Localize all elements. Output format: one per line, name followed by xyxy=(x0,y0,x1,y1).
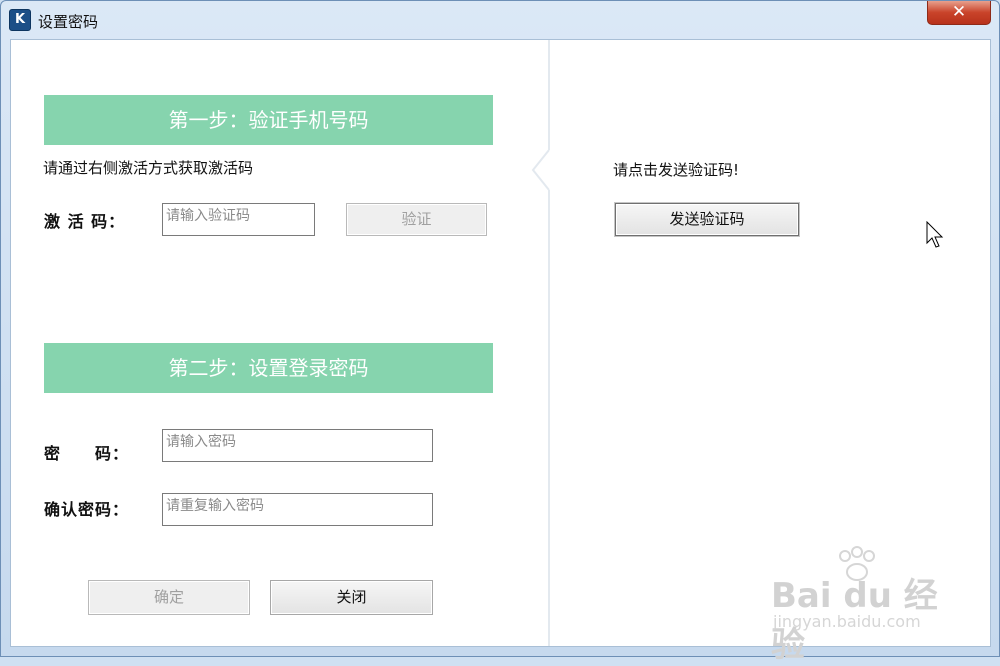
code-input[interactable]: 请输入验证码 xyxy=(162,203,315,236)
confirm-password-input[interactable]: 请重复输入密码 xyxy=(162,493,433,526)
step1-hint: 请通过右侧激活方式获取激活码 xyxy=(43,159,254,177)
ok-button[interactable]: 确定 xyxy=(88,580,250,615)
verify-button[interactable]: 验证 xyxy=(346,203,487,236)
divider-notch xyxy=(531,149,555,191)
panel-divider xyxy=(548,40,550,646)
title-bar[interactable]: K 设置密码 ✕ xyxy=(1,1,999,39)
dialog-window: K 设置密码 ✕ 第一步：验证手机号码 请通过右侧激活方式获取激活码 激 活 码… xyxy=(0,0,1000,665)
dialog-content: 第一步：验证手机号码 请通过右侧激活方式获取激活码 激 活 码： 请输入验证码 … xyxy=(10,39,991,647)
send-code-button[interactable]: 发送验证码 xyxy=(615,203,799,236)
password-label: 密 码： xyxy=(44,444,130,463)
app-icon: K xyxy=(9,9,31,31)
send-code-hint: 请点击发送验证码! xyxy=(613,161,740,179)
mouse-cursor-icon xyxy=(926,221,944,248)
password-input[interactable]: 请输入密码 xyxy=(162,429,433,462)
step2-header: 第二步：设置登录密码 xyxy=(44,343,493,393)
close-window-button[interactable]: ✕ xyxy=(927,1,991,25)
close-button[interactable]: 关闭 xyxy=(270,580,433,615)
confirm-password-label: 确认密码： xyxy=(44,500,130,519)
code-label: 激 活 码： xyxy=(44,212,126,231)
step1-header: 第一步：验证手机号码 xyxy=(44,95,493,145)
window-title: 设置密码 xyxy=(38,13,99,31)
